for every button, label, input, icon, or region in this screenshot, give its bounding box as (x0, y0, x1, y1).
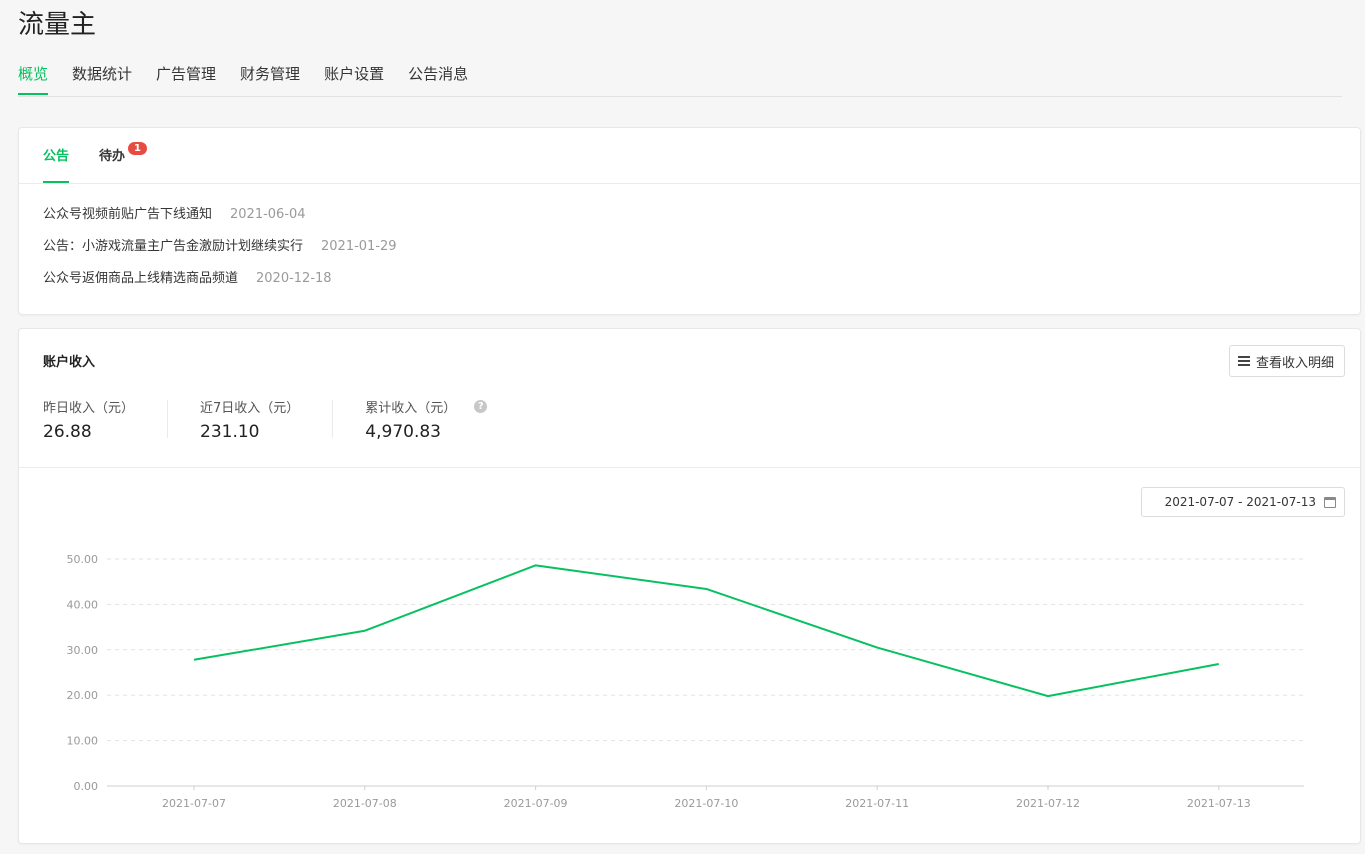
tab-announcements[interactable]: 公告 (43, 128, 70, 183)
y-tick-label: 40.00 (67, 598, 99, 611)
nav-item-data-statistics[interactable]: 数据统计 (72, 58, 132, 95)
nav-item-account-settings[interactable]: 账户设置 (324, 58, 384, 95)
y-tick-label: 20.00 (67, 689, 99, 702)
stat-value: 231.10 (200, 422, 260, 442)
todo-count-badge: 1 (128, 142, 148, 155)
page-title: 流量主 (18, 10, 97, 40)
notice-item[interactable]: 公众号返佣商品上线精选商品频道 2020-12-18 (43, 263, 1336, 295)
notice-title: 公众号视频前贴广告下线通知 (43, 207, 213, 222)
stat-value: 4,970.83 (365, 422, 441, 442)
list-icon (1237, 356, 1250, 366)
notice-tabs: 公告 待办 1 (19, 128, 1360, 184)
stat-yesterday: 昨日收入（元） 26.88 (43, 397, 169, 442)
notice-title: 公告：小游戏流量主广告金激励计划继续实行 (43, 239, 304, 254)
notice-date: 2020-12-18 (256, 271, 332, 286)
notice-date: 2021-06-04 (230, 207, 306, 222)
date-range-picker[interactable]: 2021-07-07 - 2021-07-13 (1141, 487, 1345, 517)
y-tick-label: 0.00 (74, 780, 99, 793)
tab-label: 公告 (43, 149, 70, 164)
x-axis-ticks: 2021-07-07 2021-07-08 2021-07-09 2021-07-10… (162, 786, 1251, 810)
date-range-value: 2021-07-07 - 2021-07-13 (1164, 495, 1316, 509)
y-tick-label: 30.00 (67, 644, 99, 657)
x-tick-label: 2021-07-13 (1187, 797, 1251, 810)
stat-label-row: 累计收入（元） ? (365, 397, 488, 416)
income-line-chart: 0.00 10.00 20.00 30.00 40.00 50.00 2021-07-07… (67, 553, 1304, 810)
tab-todo[interactable]: 待办 1 (99, 128, 148, 182)
stat-total: 累计收入（元） ? 4,970.83 (365, 397, 521, 442)
main-nav: 概览 数据统计 广告管理 财务管理 账户设置 公告消息 (18, 58, 1342, 97)
notice-title: 公众号返佣商品上线精选商品频道 (43, 271, 239, 286)
notice-item[interactable]: 公告：小游戏流量主广告金激励计划继续实行 2021-01-29 (43, 231, 1336, 263)
x-tick-label: 2021-07-11 (845, 797, 909, 810)
x-tick-label: 2021-07-07 (162, 797, 226, 810)
income-stats: 昨日收入（元） 26.88 近7日收入（元） 231.10 累计收入（元） ? … (43, 397, 553, 442)
notice-panel: 公告 待办 1 公众号视频前贴广告下线通知 2021-06-04 公告：小游戏流量… (18, 127, 1361, 315)
nav-item-finance[interactable]: 财务管理 (240, 58, 300, 95)
stat-label: 近7日收入（元） (200, 400, 300, 416)
y-axis-ticks: 0.00 10.00 20.00 30.00 40.00 50.00 (67, 553, 99, 793)
notice-date: 2021-01-29 (321, 239, 397, 254)
x-tick-label: 2021-07-08 (333, 797, 397, 810)
stat-last-7-days: 近7日收入（元） 231.10 (200, 397, 334, 442)
notice-item[interactable]: 公众号视频前贴广告下线通知 2021-06-04 (43, 199, 1336, 231)
stat-label: 累计收入（元） (365, 400, 457, 416)
y-tick-label: 10.00 (67, 735, 99, 748)
calendar-icon (1324, 496, 1336, 508)
nav-item-ad-management[interactable]: 广告管理 (156, 58, 216, 95)
view-income-detail-button[interactable]: 查看收入明细 (1228, 345, 1345, 377)
tab-label: 待办 (99, 149, 126, 164)
stat-value: 26.88 (43, 422, 92, 442)
income-series-line (193, 564, 1219, 698)
x-tick-label: 2021-07-12 (1016, 797, 1080, 810)
nav-item-announcements[interactable]: 公告消息 (408, 58, 468, 95)
chart-grid (107, 558, 1304, 787)
x-tick-label: 2021-07-09 (504, 797, 568, 810)
notice-list: 公众号视频前贴广告下线通知 2021-06-04 公告：小游戏流量主广告金激励计划… (19, 184, 1360, 295)
y-tick-label: 50.00 (67, 553, 99, 566)
stat-label: 昨日收入（元） (43, 400, 135, 416)
chart-series (193, 564, 1219, 698)
divider (19, 467, 1360, 468)
view-income-detail-label: 查看收入明细 (1255, 355, 1334, 371)
income-title: 账户收入 (43, 355, 96, 370)
income-panel: 账户收入 查看收入明细 昨日收入（元） 26.88 近7日收入（元） 231.1… (18, 328, 1361, 844)
nav-item-overview[interactable]: 概览 (18, 58, 49, 95)
x-tick-label: 2021-07-10 (674, 797, 738, 810)
question-circle-icon[interactable]: ? (474, 399, 488, 413)
